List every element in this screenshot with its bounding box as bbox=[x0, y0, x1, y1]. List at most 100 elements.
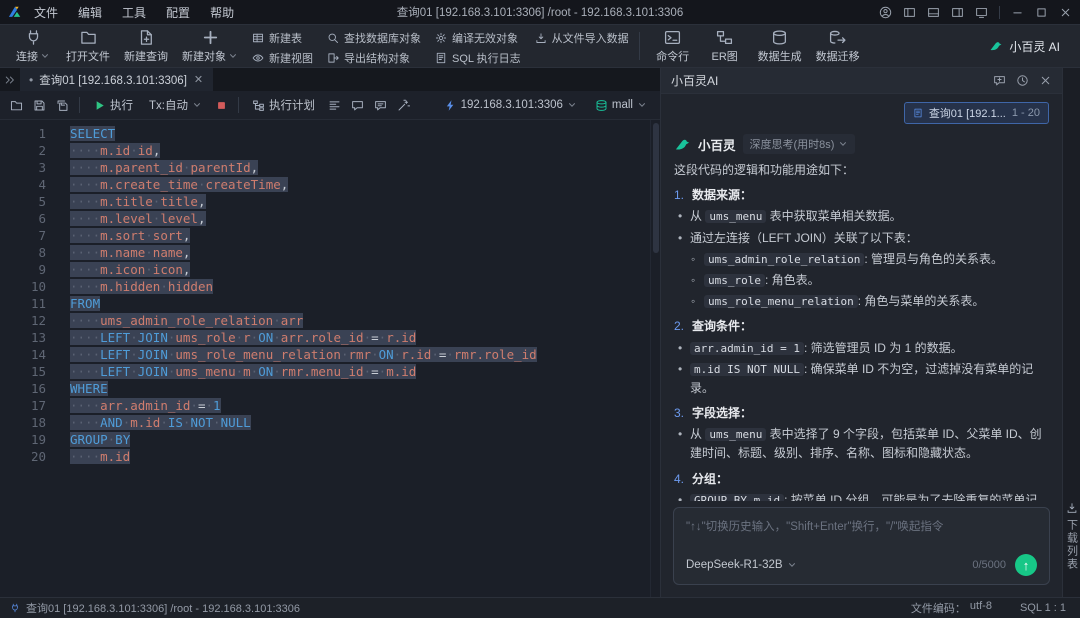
chat-input-box[interactable]: "↑↓"切换历史输入，"Shift+Enter"换行，"/"唤起指令 DeepS… bbox=[673, 507, 1050, 585]
label-text: 新建查询 bbox=[124, 48, 168, 64]
code-token: icon bbox=[153, 262, 183, 277]
menu-item[interactable]: 编辑 bbox=[68, 2, 112, 23]
code-token: ···· bbox=[70, 245, 100, 260]
code-token: ···· bbox=[70, 398, 100, 413]
code-token: FROM bbox=[70, 296, 100, 311]
tab-query01[interactable]: • 查询01 [192.168.3.101:3306] ✕ bbox=[20, 68, 213, 91]
comment-icon[interactable] bbox=[351, 99, 364, 112]
code-token: r bbox=[243, 330, 251, 345]
chat-li1: GROUP BY m.id: 按菜单 ID 分组，可能是为了去除重复的菜单记录。 bbox=[674, 491, 1049, 501]
chat-text: 数据来源： bbox=[692, 186, 752, 205]
chat-li2: ums_role: 角色表。 bbox=[674, 271, 1049, 290]
open-file-icon[interactable] bbox=[10, 99, 23, 112]
run-button[interactable]: 执行 bbox=[90, 95, 136, 115]
save-icon[interactable] bbox=[33, 99, 46, 112]
code-token: BY bbox=[115, 432, 130, 447]
char-counter: 0/5000 bbox=[972, 559, 1006, 571]
plus-icon bbox=[202, 29, 219, 46]
monitor-icon[interactable] bbox=[975, 6, 988, 19]
code-line: ····LEFT·JOIN·ums_role_menu_relation·rmr… bbox=[70, 346, 650, 363]
export-icon bbox=[327, 52, 339, 64]
menu-item[interactable]: 文件 bbox=[24, 2, 68, 23]
toolbar-small-groups: 新建表新建视图查找数据库对象导出结构对象编译无效对象 SQL 执行日志从文件导入数… bbox=[252, 27, 629, 66]
new-chat-icon[interactable] bbox=[993, 74, 1006, 87]
close-panel-icon[interactable] bbox=[1039, 74, 1052, 87]
inline-code: ums_menu bbox=[705, 428, 766, 441]
toolbar-small-button[interactable]: 新建视图 bbox=[252, 50, 313, 66]
toolbar-small-button[interactable]: 导出结构对象 bbox=[327, 50, 421, 66]
gear-icon bbox=[435, 32, 447, 44]
ai-assistant-button[interactable]: 小百灵 AI bbox=[979, 34, 1070, 59]
format-sql-icon[interactable] bbox=[328, 99, 341, 112]
sql-editor[interactable]: 1234567891011121314151617181920 SELECT··… bbox=[0, 120, 660, 597]
toolbar-button[interactable]: 新建对象 bbox=[178, 27, 242, 66]
menu-item[interactable]: 工具 bbox=[112, 2, 156, 23]
comment-block-icon[interactable] bbox=[374, 99, 387, 112]
toolbar-button[interactable]: 命令行 bbox=[650, 27, 696, 66]
toolbar-small-button[interactable]: 新建表 bbox=[252, 30, 313, 46]
tab-list-icon[interactable] bbox=[4, 74, 16, 86]
toolbar-button[interactable]: 新建查询 bbox=[120, 27, 172, 66]
maximize-button[interactable] bbox=[1035, 6, 1048, 19]
database-selector[interactable]: mall bbox=[592, 97, 650, 114]
toolbar-small-button[interactable]: 从文件导入数据 bbox=[535, 30, 629, 46]
code-token: = bbox=[371, 330, 379, 345]
model-selector[interactable]: DeepSeek-R1-32B bbox=[686, 559, 797, 571]
connection-selector[interactable]: 192.168.3.101:3306 bbox=[441, 97, 580, 114]
toolbar-button[interactable]: 数据迁移 bbox=[812, 27, 864, 66]
code-line: ····m.sort·sort, bbox=[70, 227, 650, 244]
code-token: title bbox=[160, 194, 198, 209]
search-icon bbox=[327, 32, 339, 44]
scrollbar-thumb[interactable] bbox=[653, 123, 659, 253]
send-button[interactable]: ↑ bbox=[1015, 554, 1037, 576]
code-area[interactable]: SELECT····m.id·id,····m.parent_id·parent… bbox=[56, 120, 650, 597]
selection-highlight: ····LEFT·JOIN·ums_menu·m·ON·rmr.menu_id·… bbox=[70, 364, 416, 379]
toolbar-button[interactable]: 连接 bbox=[10, 27, 56, 66]
editor-toolbar-divider2 bbox=[238, 97, 239, 113]
context-chip[interactable]: 查询01 [192.1... 1 - 20 bbox=[904, 102, 1049, 124]
line-number: 14 bbox=[0, 346, 46, 363]
layout-left-icon[interactable] bbox=[903, 6, 916, 19]
code-token: ···· bbox=[70, 194, 100, 209]
beautify-icon[interactable] bbox=[397, 99, 410, 112]
download-list-tab[interactable]: 下载列表 bbox=[1064, 502, 1080, 571]
sql-cursor-position[interactable]: SQL 1 : 1 bbox=[1020, 602, 1066, 614]
label-text: ER图 bbox=[712, 48, 738, 64]
code-line: ····m.id·id, bbox=[70, 142, 650, 159]
close-window-button[interactable] bbox=[1059, 6, 1072, 19]
code-token: · bbox=[364, 364, 372, 379]
inline-code: ums_role_menu_relation bbox=[704, 295, 858, 308]
chat-history-icon[interactable] bbox=[1016, 74, 1029, 87]
toolbar-button[interactable]: 数据生成 bbox=[754, 27, 806, 66]
editor-scrollbar[interactable] bbox=[650, 120, 660, 597]
code-token: arr.role_id bbox=[281, 330, 364, 345]
selection-highlight: ····m.id·id, bbox=[70, 143, 160, 158]
code-token: · bbox=[130, 347, 138, 362]
explain-plan-button[interactable]: 执行计划 bbox=[249, 95, 318, 115]
layout-bottom-icon[interactable] bbox=[927, 6, 940, 19]
transaction-mode-button[interactable]: Tx:自动 bbox=[146, 95, 205, 115]
menu-item[interactable]: 帮助 bbox=[200, 2, 244, 23]
toolbar-small-button[interactable]: 编译无效对象 bbox=[435, 30, 521, 46]
minimize-button[interactable] bbox=[1011, 6, 1024, 19]
chat-numbered-item: 3.字段选择： bbox=[674, 404, 1049, 423]
code-token: m.hidden bbox=[100, 279, 160, 294]
toolbar-small-button[interactable]: SQL 执行日志 bbox=[435, 50, 521, 66]
code-token: , bbox=[153, 143, 161, 158]
thinking-toggle[interactable]: 深度思考(用时8s) bbox=[743, 134, 856, 154]
code-token: ···· bbox=[70, 449, 100, 464]
menu-item[interactable]: 配置 bbox=[156, 2, 200, 23]
toolbar-button[interactable]: 打开文件 bbox=[62, 27, 114, 66]
toolbar-button-label: 连接 bbox=[16, 48, 50, 64]
layout-right-icon[interactable] bbox=[951, 6, 964, 19]
transaction-mode-label: Tx:自动 bbox=[149, 97, 188, 113]
toolbar-button[interactable]: ER图 bbox=[702, 27, 748, 66]
text-run: 数据来源： bbox=[692, 188, 752, 202]
stop-button[interactable] bbox=[215, 99, 228, 112]
user-account-icon[interactable] bbox=[879, 6, 892, 19]
save-all-icon[interactable] bbox=[56, 99, 69, 112]
selection-highlight: ····LEFT·JOIN·ums_role·r·ON·arr.role_id·… bbox=[70, 330, 416, 345]
toolbar-small-button[interactable]: 查找数据库对象 bbox=[327, 30, 421, 46]
tab-close-icon[interactable]: ✕ bbox=[193, 73, 204, 86]
file-encoding[interactable]: 文件编码： utf-8 bbox=[911, 600, 992, 616]
